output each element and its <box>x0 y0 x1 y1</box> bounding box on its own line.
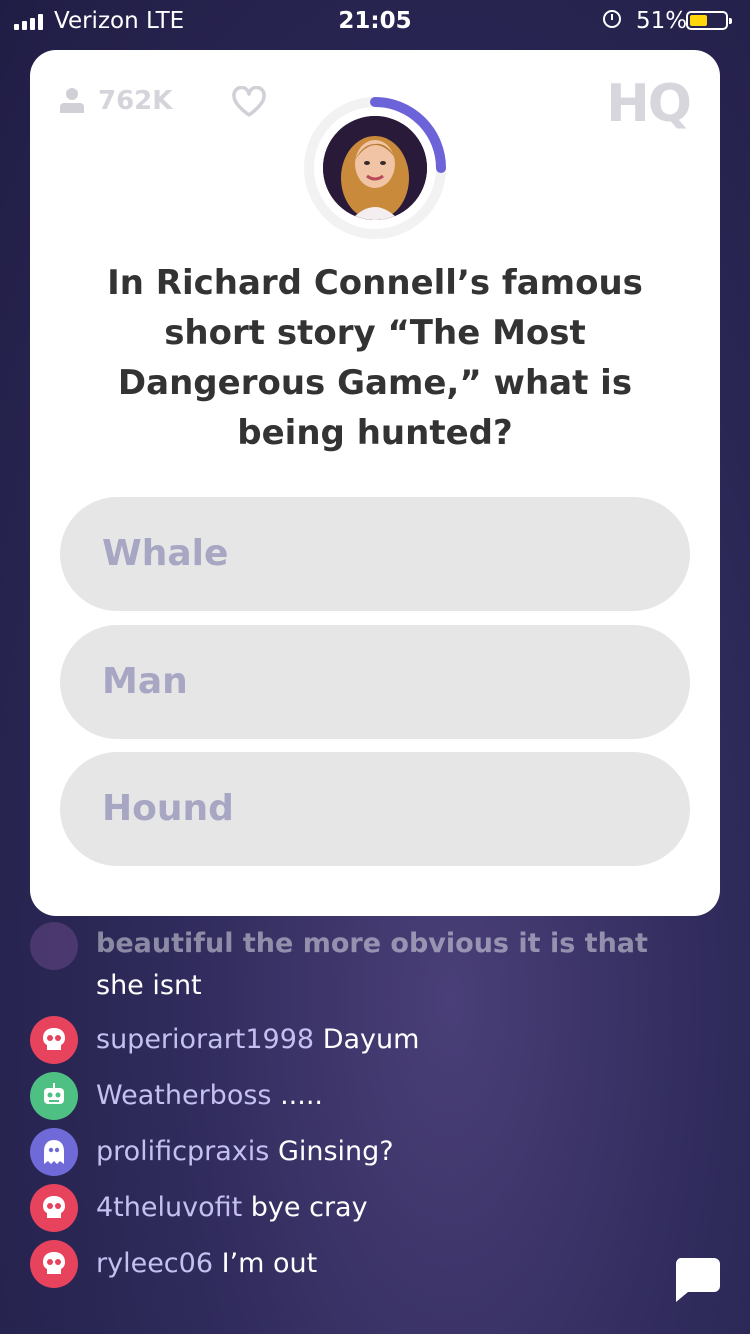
chat-text: ..... <box>280 1080 323 1111</box>
chat-username[interactable]: superiorart1998 <box>96 1024 314 1055</box>
avatar[interactable] <box>30 1016 78 1064</box>
host-avatar <box>323 116 427 220</box>
chat-message-text: 4theluvofit bye cray <box>96 1192 368 1223</box>
chat-username[interactable]: prolificpraxis <box>96 1136 269 1167</box>
avatar[interactable] <box>30 1184 78 1232</box>
robot-icon <box>44 1083 64 1104</box>
status-bar: Verizon LTE 21:05 51% <box>0 0 750 40</box>
answer-option-2[interactable]: Man <box>60 625 690 739</box>
countdown-timer <box>302 95 448 241</box>
chat-message-faded: beautiful the more obvious it is that <box>96 928 648 959</box>
avatar <box>30 922 78 970</box>
hq-logo: HQ <box>606 74 692 134</box>
chat-bubble-icon[interactable] <box>672 1256 722 1304</box>
chat-username[interactable]: 4theluvofit <box>96 1192 242 1223</box>
skull-icon <box>43 1196 65 1218</box>
chat-text: Dayum <box>322 1024 420 1055</box>
ghost-icon <box>44 1140 64 1164</box>
skull-icon <box>43 1252 65 1274</box>
chat-username[interactable]: Weatherboss <box>96 1080 271 1111</box>
person-icon <box>60 88 84 114</box>
chat-text: bye cray <box>250 1192 368 1223</box>
avatar[interactable] <box>30 1128 78 1176</box>
chat-username[interactable]: ryleec06 <box>96 1248 213 1279</box>
answer-option-3[interactable]: Hound <box>60 752 690 866</box>
avatar[interactable] <box>30 1240 78 1288</box>
chat-message-text: ryleec06 I’m out <box>96 1248 317 1279</box>
chat-message-text: superiorart1998 Dayum <box>96 1024 419 1055</box>
alarm-icon <box>603 10 621 28</box>
chat-text: I’m out <box>221 1248 318 1279</box>
chat-message-continued: she isnt <box>96 970 202 1001</box>
avatar[interactable] <box>30 1072 78 1120</box>
battery-icon <box>686 11 732 30</box>
question-text: In Richard Connell’s famous short story … <box>107 263 643 453</box>
answer-option-1[interactable]: Whale <box>60 497 690 611</box>
question-card: 762K HQ In Richard Connell’s famous shor… <box>30 50 720 916</box>
chat-message-text: Weatherboss ..... <box>96 1080 323 1111</box>
heart-icon[interactable] <box>232 86 266 120</box>
battery-percent: 51% <box>636 8 688 34</box>
chat-text: Ginsing? <box>277 1136 394 1167</box>
chat-message-text: prolificpraxis Ginsing? <box>96 1136 394 1167</box>
skull-icon <box>43 1028 65 1050</box>
viewer-count: 762K <box>98 86 173 116</box>
